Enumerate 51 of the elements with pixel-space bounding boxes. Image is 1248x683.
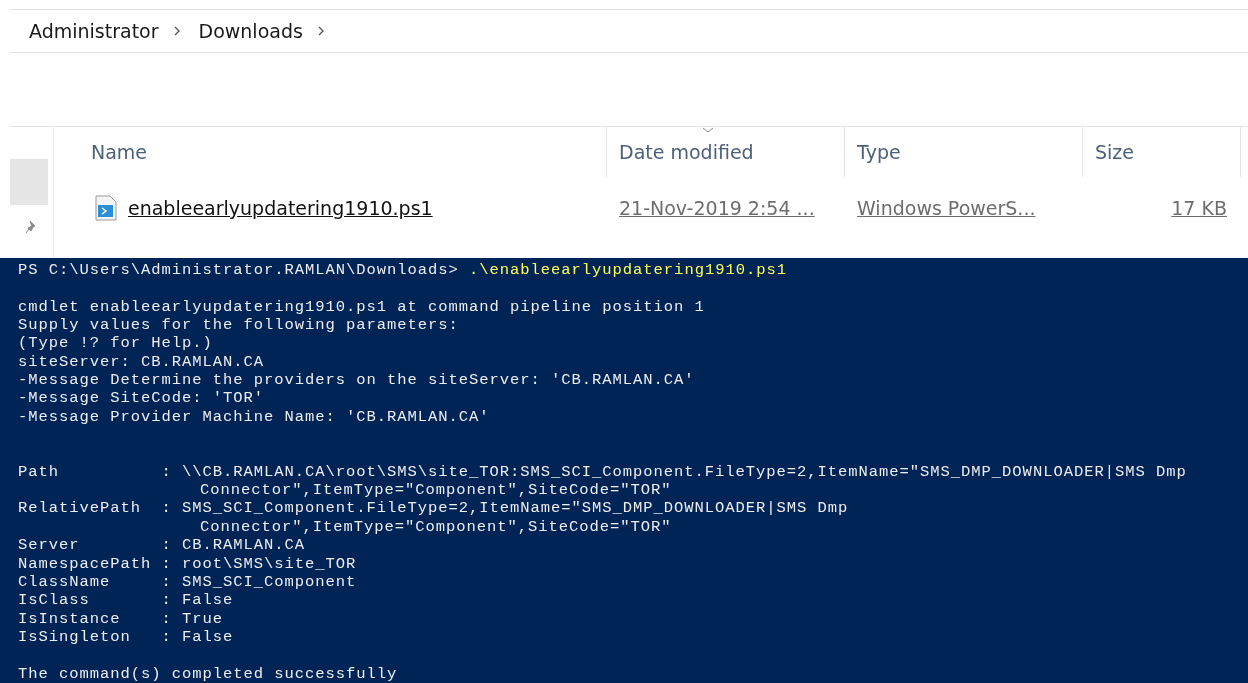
console-line: -Message Determine the providers on the siteServer: 'CB.RAMLAN.CA' <box>18 371 695 390</box>
property-value: True <box>182 609 223 628</box>
property-value: False <box>182 627 234 646</box>
column-header[interactable]: Name <box>54 127 607 177</box>
property-separator: : <box>161 554 173 573</box>
console-command: .\enableearlyupdatering1910.ps1 <box>469 261 787 279</box>
property-value: CB.RAMLAN.CA <box>182 536 306 555</box>
chevron-icon[interactable] <box>172 25 181 37</box>
property-value: Connector",ItemType="Component",SiteCode="TOR" <box>200 517 672 536</box>
property-name: ClassName <box>18 572 112 592</box>
chevron-icon[interactable] <box>316 25 325 37</box>
property-separator: : <box>161 499 173 518</box>
breadcrumb-item[interactable]: Downloads <box>198 20 303 42</box>
property-value: False <box>182 591 234 610</box>
file-size: 17 KB <box>1171 197 1227 219</box>
property-separator: : <box>161 627 173 647</box>
property-separator: : <box>161 462 173 482</box>
property-value: SMS_SCI_Component.FileType=2,ItemName="SMS_DMP_DOWNLOADER|SMS Dmp <box>182 499 849 518</box>
property-value: root\SMS\site_TOR <box>182 554 357 573</box>
console-line: -Message Provider Machine Name: 'CB.RAMLAN.CA' <box>18 407 490 426</box>
console-line: cmdlet enableearlyupdatering1910.ps1 at command pipeline position 1 <box>18 297 705 316</box>
property-name: RelativePath <box>18 499 143 518</box>
console-line: -Message SiteCode: 'TOR' <box>18 389 265 408</box>
property-name: IsSingleton <box>18 627 132 647</box>
column-header[interactable]: Date modified <box>607 127 845 177</box>
console-line: Supply values for the following parameters: <box>18 316 459 335</box>
file-name[interactable]: enableearlyupdatering1910.ps1 <box>128 197 433 219</box>
property-name: IsClass <box>18 591 91 610</box>
date-modified: 21-Nov-2019 2:54 ... <box>619 197 815 219</box>
property-name: Server <box>18 536 81 555</box>
file-type: Windows PowerS... <box>857 197 1036 219</box>
address-bar[interactable]: Administrator Downloads <box>10 9 1248 53</box>
breadcrumb-item[interactable]: Administrator <box>29 20 159 42</box>
property-separator: : <box>161 536 173 555</box>
property-value: SMS_SCI_Component <box>182 572 357 591</box>
property-name: NamespacePath <box>18 554 153 573</box>
property-separator: : <box>161 609 173 628</box>
property-separator: : <box>161 572 173 592</box>
console-prompt: PS C:\Users\Administrator.RAMLAN\Downloads> <box>18 261 459 279</box>
property-name: Path <box>18 462 60 482</box>
property-value: Connector",ItemType="Component",SiteCode="TOR" <box>200 481 672 500</box>
console-line: siteServer: CB.RAMLAN.CA <box>18 352 265 371</box>
property-value: \\CB.RAMLAN.CA\root\SMS\site_TOR:SMS_SCI_Component.FileType=2,ItemName="SMS_DMP_DOWNLOADER|SMS Dmp <box>182 462 1187 481</box>
property-separator: : <box>161 591 173 610</box>
column-header[interactable]: Type <box>845 127 1083 177</box>
column-header[interactable]: Size <box>1083 127 1241 177</box>
console-line: The command(s) completed successfully <box>18 664 398 683</box>
sort-caret-icon <box>702 127 714 133</box>
console-line: (Type !? for Help.) <box>18 334 213 353</box>
property-name: IsInstance <box>18 609 122 628</box>
script-file-icon <box>94 195 118 221</box>
